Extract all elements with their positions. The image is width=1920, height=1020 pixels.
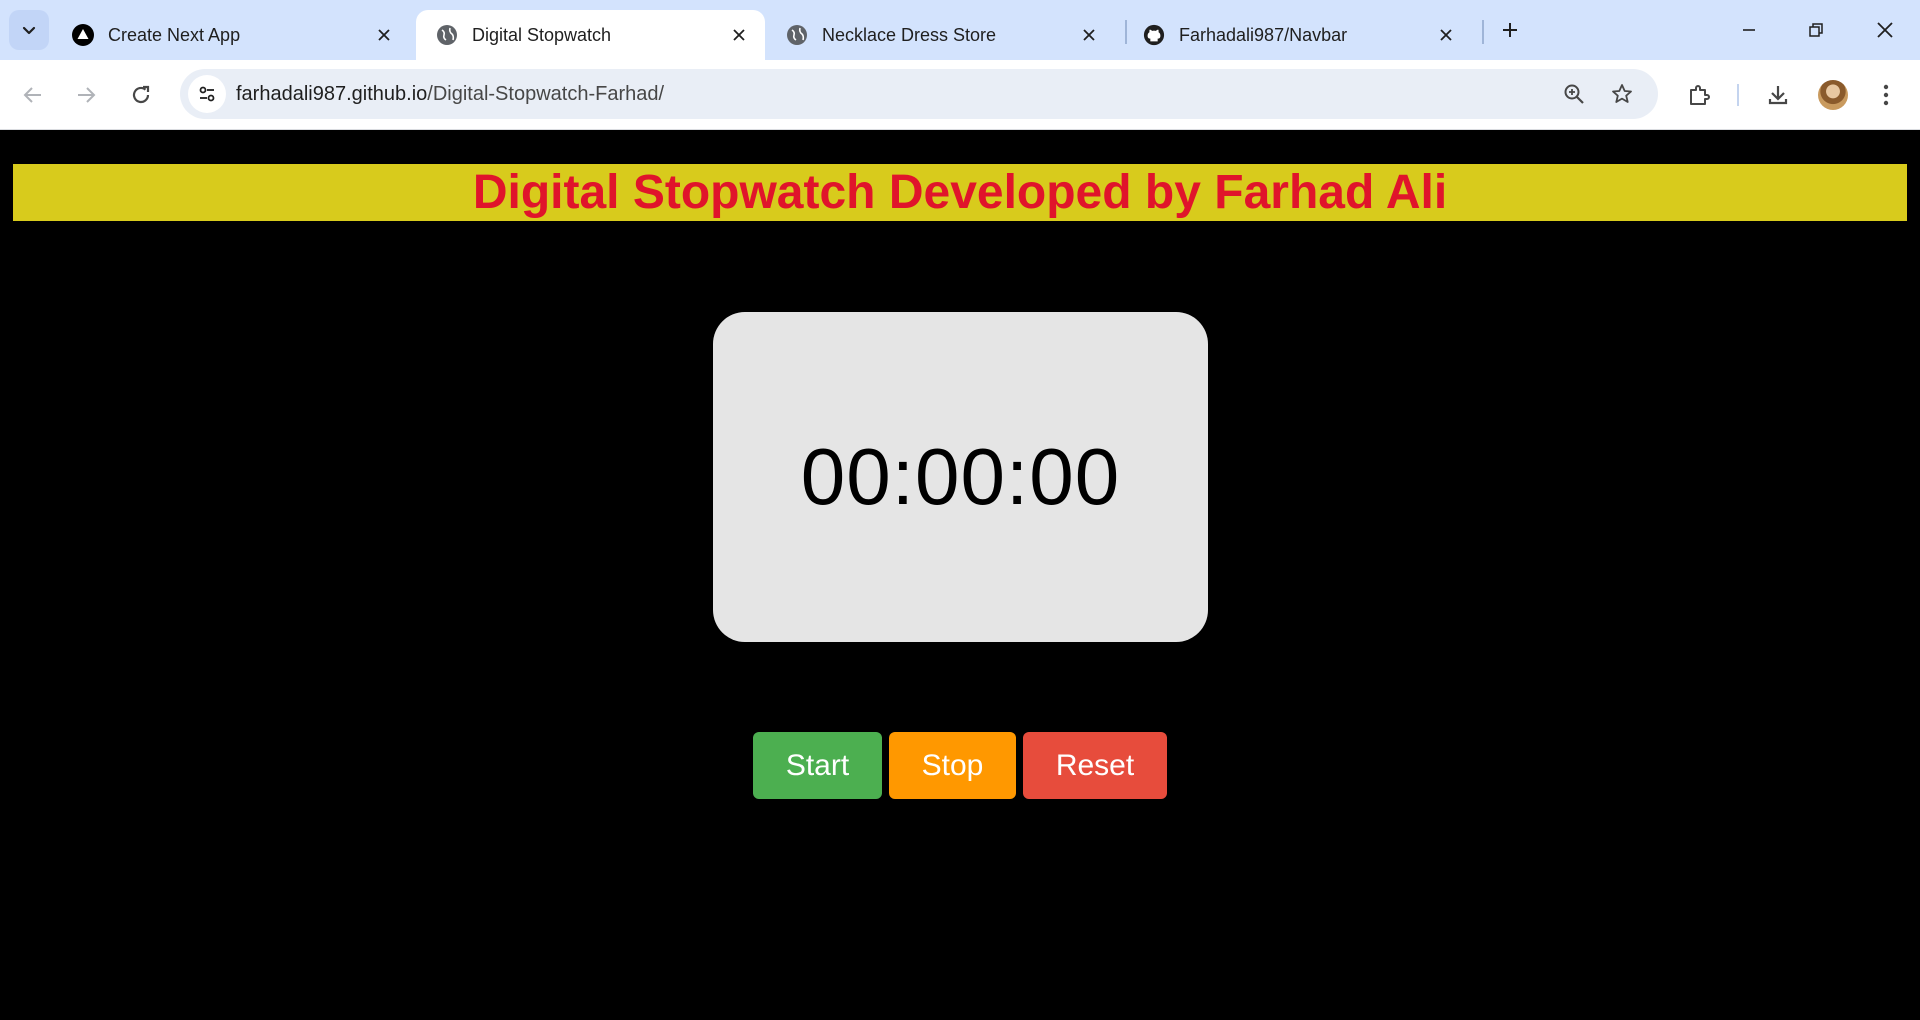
url-text[interactable]: farhadali987.github.io/Digital-Stopwatch…	[236, 69, 664, 119]
tab-necklace-dress-store[interactable]: Necklace Dress Store	[766, 10, 1115, 60]
tab-strip: Create Next App Digital Stopwatch Neckla…	[0, 0, 1920, 60]
menu-button[interactable]	[1866, 75, 1906, 115]
restore-icon	[1809, 23, 1823, 37]
downloads-button[interactable]	[1758, 75, 1798, 115]
new-tab-button[interactable]	[1494, 14, 1526, 46]
tab-digital-stopwatch[interactable]: Digital Stopwatch	[416, 10, 765, 60]
tab-title: Digital Stopwatch	[472, 24, 612, 45]
zoom-button[interactable]	[1557, 77, 1591, 111]
forward-arrow-icon	[78, 87, 96, 103]
zoom-in-icon	[1564, 84, 1584, 104]
tab-title: Necklace Dress Store	[822, 24, 997, 45]
tab-create-next-app[interactable]: Create Next App	[52, 10, 410, 60]
start-button[interactable]: Start	[753, 732, 882, 799]
profile-avatar[interactable]	[1818, 80, 1848, 110]
tune-icon	[199, 86, 215, 102]
tab-title: Farhadali987/Navbar	[1179, 24, 1348, 45]
tab-separator	[1482, 20, 1484, 44]
toolbar-divider	[1737, 84, 1739, 106]
title-banner: Digital Stopwatch Developed by Farhad Al…	[13, 164, 1907, 221]
globe-icon	[786, 24, 808, 46]
page-title: Digital Stopwatch Developed by Farhad Al…	[472, 166, 1448, 219]
tab-title: Create Next App	[108, 24, 241, 45]
time-readout: 00:00:00	[800, 432, 1121, 521]
back-arrow-icon	[23, 87, 41, 103]
close-icon[interactable]	[1434, 23, 1458, 47]
chevron-down-icon	[22, 26, 36, 35]
address-bar[interactable]: farhadali987.github.io/Digital-Stopwatch…	[180, 69, 1658, 119]
site-info-button[interactable]	[188, 75, 226, 113]
globe-icon	[436, 24, 458, 46]
star-icon	[1612, 84, 1632, 103]
stop-button[interactable]: Stop	[889, 732, 1016, 799]
reload-button[interactable]	[121, 75, 161, 115]
restore-button[interactable]	[1794, 8, 1838, 52]
download-icon	[1768, 86, 1788, 105]
forward-button[interactable]	[66, 75, 106, 115]
minimize-button[interactable]	[1727, 8, 1771, 52]
url-path: /Digital-Stopwatch-Farhad/	[427, 83, 665, 105]
plus-icon	[1503, 23, 1517, 37]
browser-toolbar: farhadali987.github.io/Digital-Stopwatch…	[0, 60, 1920, 130]
close-icon[interactable]	[372, 23, 396, 47]
reset-button[interactable]: Reset	[1023, 732, 1167, 799]
close-icon	[1877, 22, 1893, 38]
minimize-icon	[1743, 29, 1755, 31]
bookmark-button[interactable]	[1605, 77, 1639, 111]
puzzle-icon	[1690, 85, 1710, 105]
kebab-menu-icon	[1883, 84, 1889, 106]
close-icon[interactable]	[1077, 23, 1101, 47]
reload-icon	[132, 85, 150, 104]
stopwatch-display: 00:00:00	[713, 312, 1208, 642]
url-host: farhadali987.github.io	[236, 83, 428, 105]
triangle-logo-icon	[72, 24, 94, 46]
close-icon[interactable]	[727, 23, 751, 47]
tab-github-navbar[interactable]: Farhadali987/Navbar	[1123, 10, 1472, 60]
back-button[interactable]	[13, 75, 53, 115]
close-window-button[interactable]	[1863, 8, 1907, 52]
extensions-button[interactable]	[1679, 75, 1719, 115]
tab-search-button[interactable]	[9, 10, 49, 50]
github-icon	[1143, 24, 1165, 46]
